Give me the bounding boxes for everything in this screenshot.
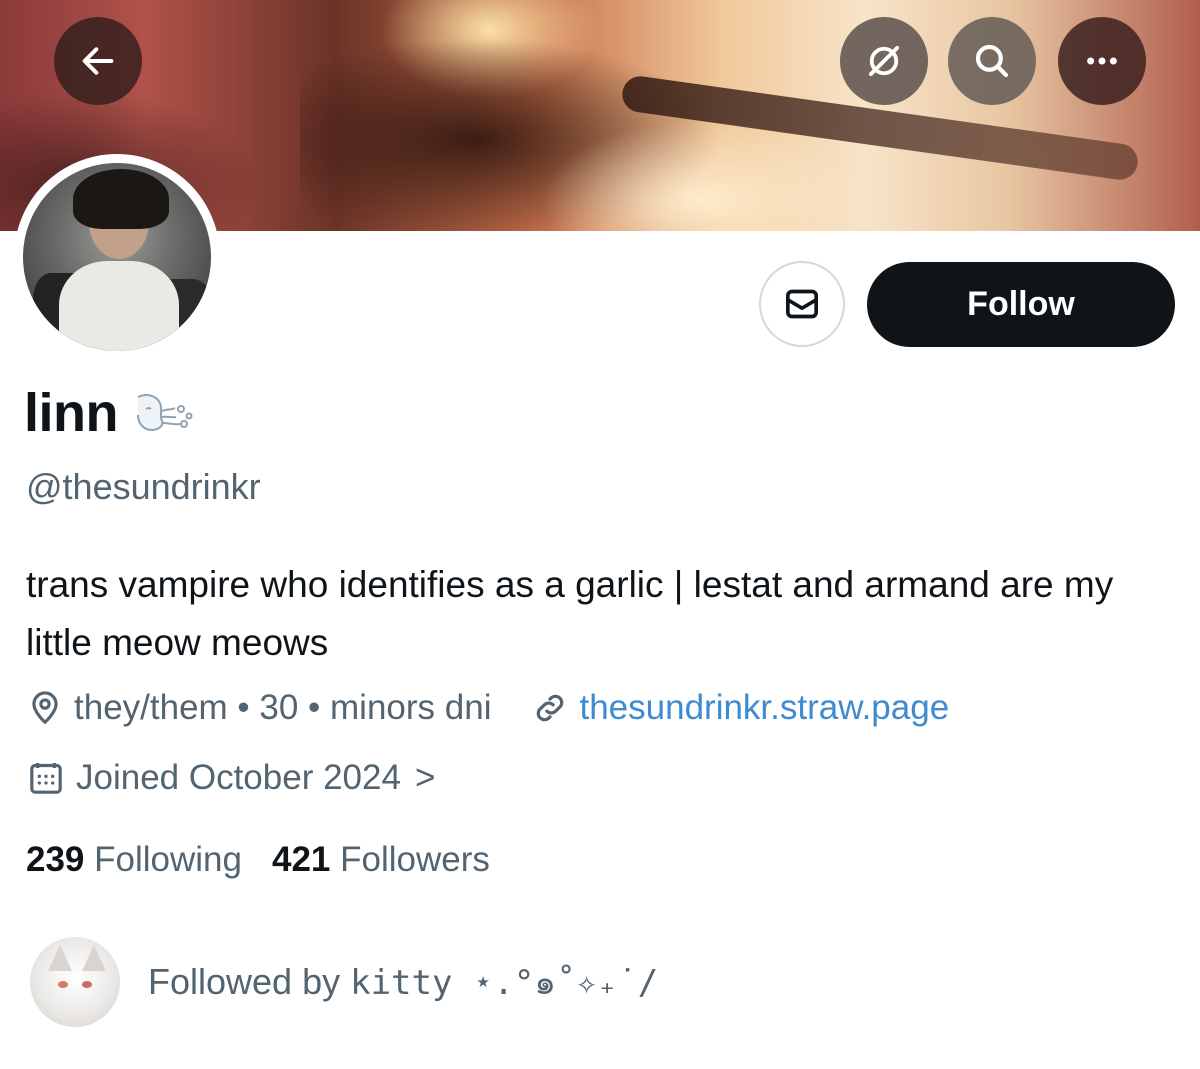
wind-face-emoji-icon (132, 389, 194, 444)
followed-by-prefix: Followed by (148, 961, 341, 1002)
location-pin-icon (26, 689, 64, 727)
back-button[interactable] (54, 17, 142, 105)
ellipsis-icon (1087, 57, 1117, 65)
chevron-right-icon: > (414, 758, 436, 797)
followed-by-name: kitty ⋆.°๑˚✧₊˙/ (350, 963, 659, 1003)
display-name: linn (24, 383, 118, 443)
cat-eye-right (82, 981, 92, 988)
search-icon (975, 44, 1009, 78)
message-button[interactable] (759, 261, 845, 347)
followers-stat[interactable]: 421 Followers (272, 840, 490, 880)
following-count: 239 (26, 840, 85, 879)
cat-ear-left (48, 945, 72, 971)
following-stat[interactable]: 239 Following (26, 840, 242, 880)
search-button[interactable] (948, 17, 1036, 105)
follow-button[interactable]: Follow (867, 262, 1175, 347)
following-label: Following (94, 840, 242, 879)
followers-count: 421 (272, 840, 331, 879)
more-options-button[interactable] (1058, 17, 1146, 105)
arrow-left-icon (82, 47, 114, 75)
followers-label: Followers (340, 840, 490, 879)
user-handle: @thesundrinkr (26, 466, 261, 507)
avatar-shirt (59, 261, 179, 351)
link-icon (531, 689, 569, 727)
cat-ear-right (82, 945, 106, 971)
avatar-image (23, 163, 211, 351)
name-row: linn (24, 382, 194, 444)
calendar-icon (26, 758, 66, 798)
follow-stats: 239 Following 421 Followers (26, 840, 520, 880)
followed-by-text: Followed by kitty ⋆.°๑˚✧₊˙/ (148, 955, 658, 1009)
profile-meta-joined-row[interactable]: Joined October 2024 > (26, 758, 435, 798)
location-text: they/them • 30 • minors dni (74, 688, 492, 727)
envelope-icon (786, 289, 818, 319)
joined-text: Joined October 2024 (76, 758, 401, 797)
grok-button[interactable] (840, 17, 928, 105)
follower-avatar[interactable] (30, 937, 120, 1027)
slashed-circle-icon (868, 45, 900, 77)
profile-meta-location-row: they/them • 30 • minors dni thesundrinkr… (26, 688, 949, 728)
profile-bio: trans vampire who identifies as a garlic… (26, 564, 1114, 663)
avatar-hair (73, 169, 169, 229)
website-link[interactable]: thesundrinkr.straw.page (579, 688, 949, 728)
cat-eye-left (58, 981, 68, 988)
profile-avatar[interactable] (14, 154, 220, 360)
followed-by-row[interactable]: Followed by kitty ⋆.°๑˚✧₊˙/ (30, 937, 658, 1027)
